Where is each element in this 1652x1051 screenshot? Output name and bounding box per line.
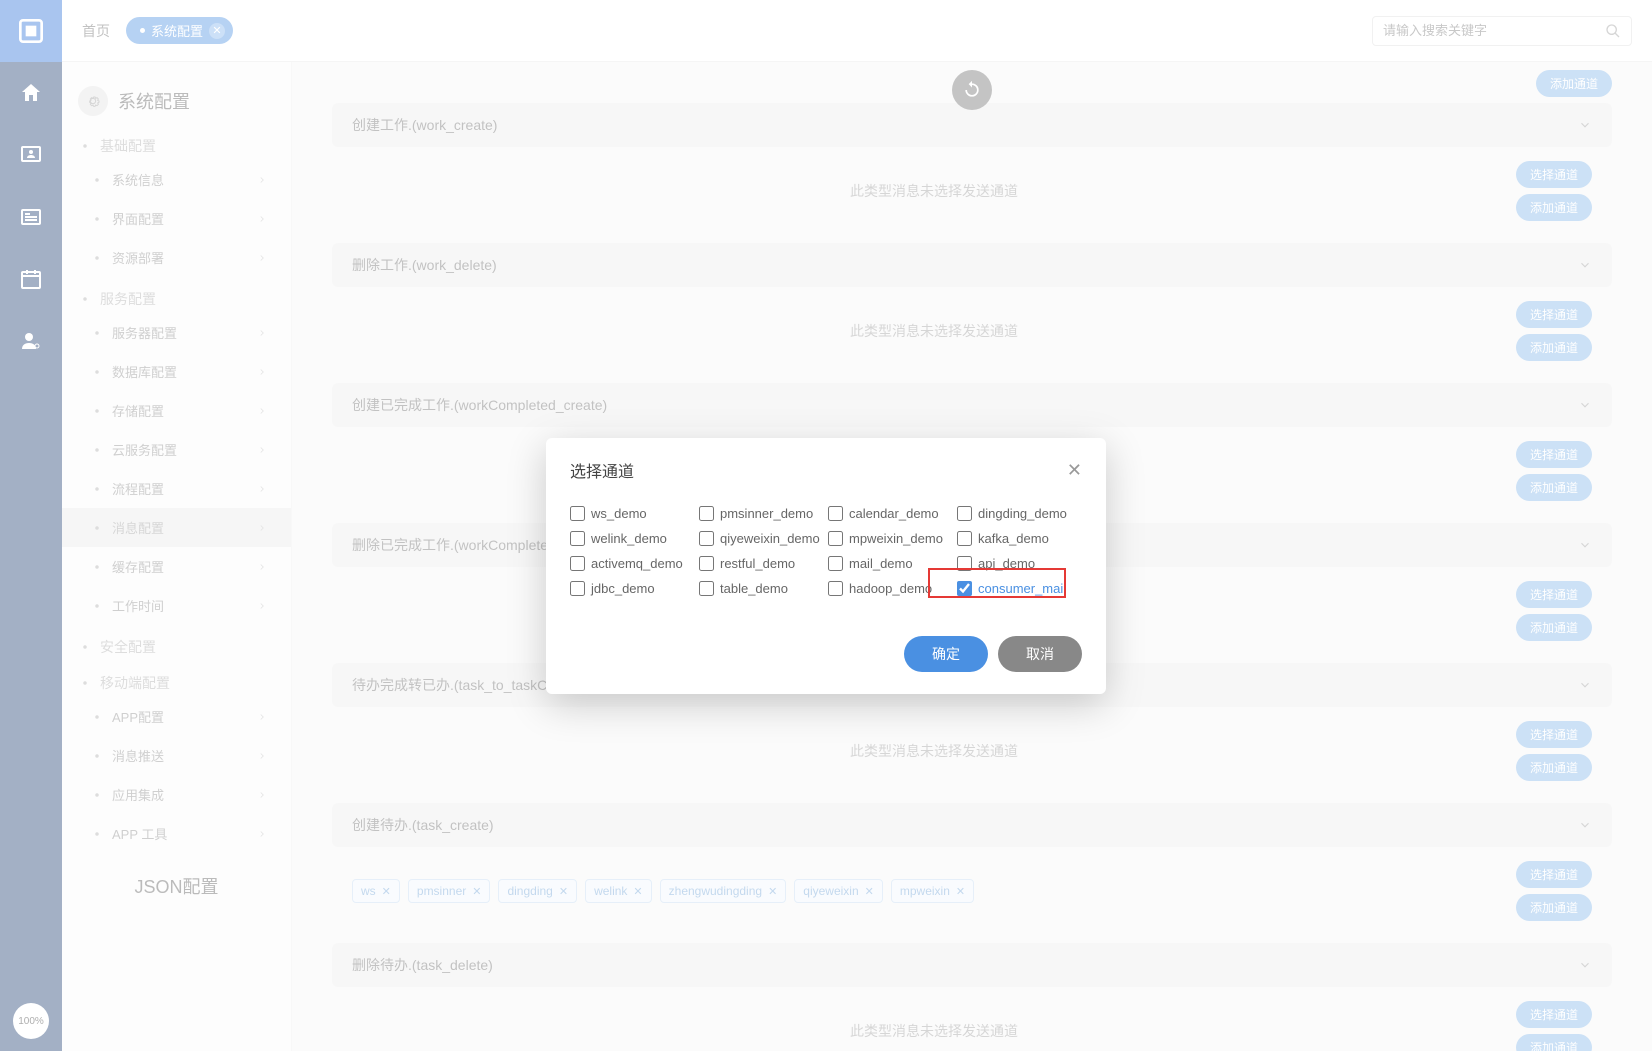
channel-checkbox[interactable] bbox=[699, 531, 714, 546]
channel-checkbox-item[interactable]: mail_demo bbox=[828, 556, 953, 571]
channel-checkbox[interactable] bbox=[957, 506, 972, 521]
channel-checkbox-item[interactable]: pmsinner_demo bbox=[699, 506, 824, 521]
channel-checkbox[interactable] bbox=[828, 581, 843, 596]
channel-checkbox[interactable] bbox=[570, 506, 585, 521]
channel-checkbox-item[interactable]: welink_demo bbox=[570, 531, 695, 546]
channel-checkbox[interactable] bbox=[828, 556, 843, 571]
channel-checkbox-item[interactable]: restful_demo bbox=[699, 556, 824, 571]
channel-checkbox-item[interactable]: jdbc_demo bbox=[570, 581, 695, 596]
modal-title: 选择通道 bbox=[570, 458, 634, 482]
channel-checkbox-item[interactable]: kafka_demo bbox=[957, 531, 1082, 546]
channel-checkbox[interactable] bbox=[957, 531, 972, 546]
channel-checkbox[interactable] bbox=[828, 531, 843, 546]
channel-checkbox[interactable] bbox=[699, 556, 714, 571]
channel-checkbox-item[interactable]: activemq_demo bbox=[570, 556, 695, 571]
modal-ok-button[interactable]: 确定 bbox=[904, 636, 988, 672]
channel-checkbox-item[interactable]: hadoop_demo bbox=[828, 581, 953, 596]
channel-checkbox[interactable] bbox=[957, 581, 972, 596]
modal-close-icon[interactable]: ✕ bbox=[1067, 460, 1082, 481]
channel-modal: 选择通道 ✕ ws_demo pmsinner_demo calendar_demo… bbox=[546, 438, 1106, 694]
modal-overlay: 选择通道 ✕ ws_demo pmsinner_demo calendar_demo… bbox=[0, 0, 1652, 1051]
channel-checkbox-item[interactable]: consumer_mail bbox=[957, 581, 1082, 596]
channel-checkbox[interactable] bbox=[699, 581, 714, 596]
channel-checkbox-item[interactable]: dingding_demo bbox=[957, 506, 1082, 521]
channel-checkbox[interactable] bbox=[699, 506, 714, 521]
channel-checkbox-item[interactable]: calendar_demo bbox=[828, 506, 953, 521]
channel-checkbox[interactable] bbox=[570, 556, 585, 571]
channel-checkbox-item[interactable]: mpweixin_demo bbox=[828, 531, 953, 546]
channel-checkbox-item[interactable]: table_demo bbox=[699, 581, 824, 596]
channel-checkbox[interactable] bbox=[828, 506, 843, 521]
channel-checkbox[interactable] bbox=[570, 581, 585, 596]
channel-checkbox[interactable] bbox=[570, 531, 585, 546]
modal-cancel-button[interactable]: 取消 bbox=[998, 636, 1082, 672]
channel-checkbox-item[interactable]: qiyeweixin_demo bbox=[699, 531, 824, 546]
channel-checkbox[interactable] bbox=[957, 556, 972, 571]
channel-checkbox-item[interactable]: ws_demo bbox=[570, 506, 695, 521]
channel-checkbox-item[interactable]: api_demo bbox=[957, 556, 1082, 571]
